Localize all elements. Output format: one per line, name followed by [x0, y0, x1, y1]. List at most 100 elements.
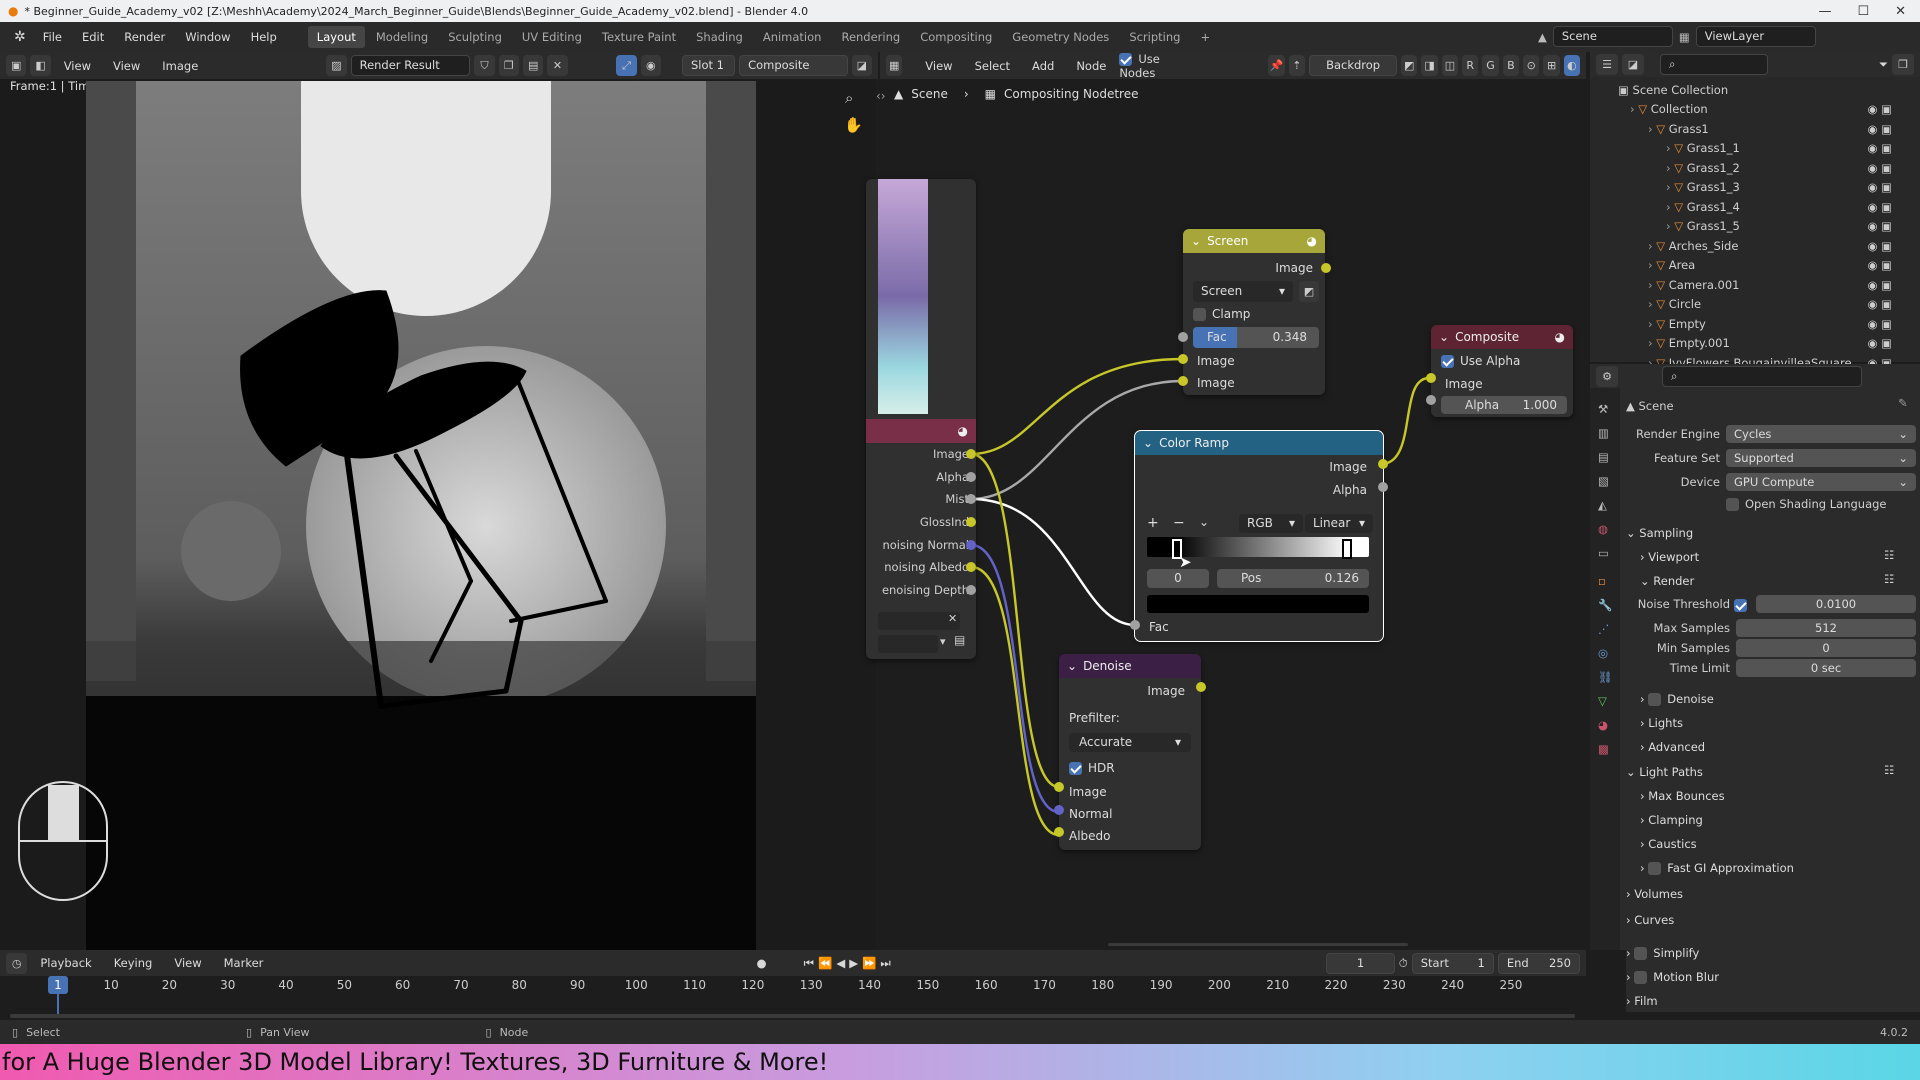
light-paths-presets-icon[interactable]: ☷ [1884, 763, 1894, 777]
properties-type-icon[interactable]: ⚙ [1596, 365, 1618, 387]
image-menu-image[interactable]: Image [153, 55, 207, 77]
denoise-collapse-icon[interactable]: ⌄ [1067, 659, 1077, 673]
section-clamping[interactable]: › Clamping [1640, 809, 1703, 831]
end-frame-field[interactable]: End 250 [1497, 952, 1580, 974]
world-tab-icon[interactable]: ◍ [1598, 522, 1608, 536]
visibility-toggle-icon[interactable]: ◉ ▣ [1867, 256, 1892, 275]
outliner-search[interactable]: ⌕ [1660, 54, 1768, 75]
pin-context-icon[interactable]: ✎ [1898, 396, 1908, 410]
tab-scripting[interactable]: Scripting [1120, 26, 1189, 48]
timeline-menu-keying[interactable]: Keying [105, 952, 162, 974]
render-pass-select[interactable]: Composite [739, 55, 848, 76]
image-browse-icon[interactable]: ▨ [326, 55, 347, 76]
section-fast-gi[interactable]: › Fast GI Approximation [1640, 857, 1794, 879]
timeline-scrollbar[interactable] [10, 1014, 1575, 1018]
material-tab-icon[interactable]: ◕ [1598, 718, 1608, 732]
time-limit-field[interactable]: 0 sec [1736, 659, 1916, 677]
ramp-fac-socket[interactable] [1130, 620, 1140, 630]
prefilter-select[interactable]: Accurate ▾ [1069, 733, 1191, 752]
timeline-menu-marker[interactable]: Marker [215, 952, 273, 974]
open-image-icon[interactable]: ▤ [522, 55, 544, 76]
properties-search[interactable]: ⌕ [1662, 365, 1862, 387]
color-mode-select[interactable]: RGB ▾ [1239, 514, 1303, 533]
fake-user-icon[interactable]: ⛉ [474, 55, 495, 76]
new-image-icon[interactable]: ❐ [498, 55, 519, 76]
section-advanced[interactable]: › Advanced [1640, 736, 1705, 758]
new-collection-icon[interactable]: ❐ [1892, 54, 1914, 75]
node-menu-node[interactable]: Node [1067, 55, 1115, 77]
image-editor-viewport[interactable]: Frame:1 | Time:02:02.40 | Mem:2061.31M, … [0, 79, 876, 950]
filter-icon[interactable]: ⏷ [1879, 57, 1888, 72]
section-curves[interactable]: › Curves [1626, 909, 1674, 931]
render-tab-icon[interactable]: ▥ [1598, 426, 1609, 440]
fac-slider[interactable]: Fac 0.348 [1193, 327, 1319, 348]
section-film[interactable]: › Film [1626, 990, 1658, 1012]
color-stop-white[interactable] [1342, 539, 1352, 559]
use-nodes-checkbox[interactable]: Use Nodes [1119, 52, 1178, 80]
pan-hand-icon[interactable]: ✋ [844, 116, 863, 134]
menu-render[interactable]: Render [115, 26, 174, 48]
object-tab-icon[interactable]: ▫ [1598, 574, 1606, 588]
ramp-alpha-socket[interactable] [1378, 482, 1388, 492]
visibility-toggle-icon[interactable]: ◉ ▣ [1867, 100, 1892, 119]
timeline-menu-playback[interactable]: Playback [31, 952, 100, 974]
stop-color-swatch[interactable] [1147, 595, 1369, 613]
editor-type-icon[interactable]: ▣ [6, 55, 27, 76]
outliner-row[interactable]: › ▽ Grass1_5 ◉ ▣ [1590, 217, 1900, 236]
snap-icon[interactable]: ⊙ [1523, 55, 1540, 76]
node-menu-select[interactable]: Select [966, 55, 1019, 77]
osl-checkbox[interactable]: Open Shading Language [1726, 494, 1887, 514]
visibility-toggle-icon[interactable]: ◉ ▣ [1867, 139, 1892, 158]
composite-alpha-socket[interactable] [1426, 395, 1436, 405]
prev-key-icon[interactable]: ⏪ [818, 956, 832, 970]
tab-compositing[interactable]: Compositing [911, 26, 1001, 48]
promo-banner[interactable]: for A Huge Blender 3D Model Library! Tex… [0, 1044, 1920, 1080]
node-editor-scrollbar[interactable] [1108, 943, 1408, 946]
minimize-icon[interactable]: — [1818, 4, 1831, 19]
denoise-node[interactable]: ⌄ Denoise Image Prefilter: Accurate ▾ HDR… [1059, 654, 1201, 850]
screen-fac-socket[interactable] [1178, 332, 1188, 342]
scene-tab-icon[interactable]: ◭ [1598, 498, 1607, 512]
ramp-image-socket[interactable] [1378, 459, 1388, 469]
add-workspace-icon[interactable]: + [1191, 26, 1219, 48]
section-denoise[interactable]: › Denoise [1640, 688, 1714, 710]
denoise-image-socket[interactable] [1054, 782, 1064, 792]
screen-in-socket-2[interactable] [1178, 376, 1188, 386]
slot-select[interactable]: Slot 1 [681, 55, 736, 76]
composite-node-header[interactable]: ⌄ Composite ◕ [1431, 325, 1573, 349]
outliner-row[interactable]: › ▽ Arches_Side ◉ ▣ [1590, 237, 1900, 256]
collapse-chevron-icon[interactable]: ⌄ [1191, 234, 1201, 248]
constraints-tab-icon[interactable]: ⛓ [1598, 670, 1613, 684]
menu-help[interactable]: Help [242, 26, 286, 48]
outliner-row[interactable]: › ▽ Empty.001 ◉ ▣ [1590, 334, 1900, 353]
section-lights[interactable]: › Lights [1640, 712, 1683, 734]
rl-glossind-socket[interactable] [966, 517, 976, 527]
color-ramp-node[interactable]: ⌄ Color Ramp Image Alpha + − ⌄ RGB ▾ Line… [1134, 430, 1384, 642]
rl-alpha-socket[interactable] [966, 472, 976, 482]
device-select[interactable]: GPU Compute ⌄ [1726, 473, 1916, 491]
rl-albedo-socket[interactable] [966, 562, 976, 572]
maximize-icon[interactable]: ☐ [1857, 4, 1869, 19]
data-tab-icon[interactable]: ▽ [1598, 694, 1607, 708]
record-icon[interactable]: ● [756, 956, 766, 970]
screen-mix-node[interactable]: ⌄ Screen ◕ Image Screen ▾ ◩ Clamp Fac 0.3… [1183, 229, 1325, 395]
rl-layer-chevron-icon[interactable]: ▾ [940, 635, 946, 648]
node-menu-view[interactable]: View [916, 55, 961, 77]
render-presets-icon[interactable]: ☷ [1884, 572, 1894, 586]
remove-stop-button[interactable]: − [1173, 515, 1185, 531]
outliner-row[interactable]: › ▽ Grass1_3 ◉ ▣ [1590, 178, 1900, 197]
channel-r-button[interactable]: R [1462, 55, 1479, 76]
stopwatch-icon[interactable]: ⏱ [1399, 956, 1408, 971]
screen-node-header[interactable]: ⌄ Screen ◕ [1183, 229, 1325, 253]
rl-mist-socket[interactable] [966, 494, 976, 504]
section-viewport[interactable]: › Viewport [1640, 546, 1699, 568]
rl-clear-icon[interactable]: ✕ [948, 612, 957, 625]
section-light-paths[interactable]: ⌄ Light Paths [1626, 761, 1703, 783]
max-samples-field[interactable]: 512 [1736, 619, 1916, 637]
interpolation-select[interactable]: Linear ▾ [1305, 514, 1373, 533]
tab-layout[interactable]: Layout [307, 26, 365, 48]
snap-mode-icon[interactable]: ⊞ [1543, 55, 1560, 76]
backdrop-channels-icon[interactable]: ◩ [1401, 55, 1418, 76]
rl-render-icon[interactable]: ▤ [954, 633, 965, 647]
visibility-toggle-icon[interactable]: ◉ ▣ [1867, 237, 1892, 256]
